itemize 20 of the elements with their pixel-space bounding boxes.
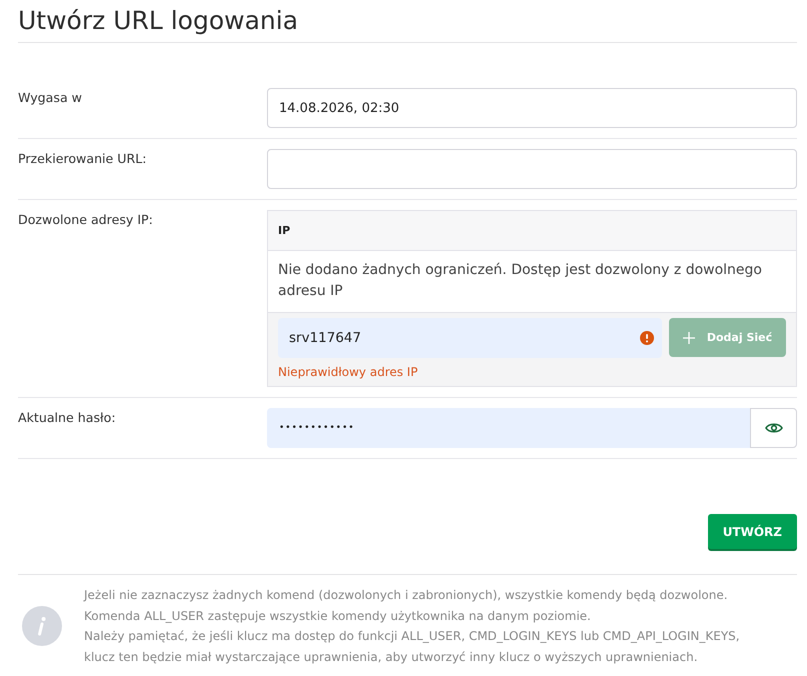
field-label: Przekierowanie URL: bbox=[18, 150, 148, 168]
empty-message: Nie dodano żadnych ograniczeń. Dostęp jest dozwolony z dowolnego adresu IP bbox=[278, 261, 763, 301]
plus-icon bbox=[682, 332, 695, 344]
error-icon bbox=[640, 331, 654, 345]
info-text: Należy pamiętać, że jeśli klucz ma dostęp do funkcji ALL_USER, CMD_LOGIN_KEYS lub CMD_API_LOGIN_KEYS, klucz ten będzie miał wystarczające uprawnienia, aby utworzyć inny klucz o wyższych uprawnieniach. bbox=[84, 628, 741, 666]
field-label: Dozwolone adresy IP: bbox=[18, 211, 154, 229]
show-password-button[interactable] bbox=[750, 408, 797, 448]
password-field[interactable]: •••••••••••• bbox=[267, 408, 750, 448]
info-text: Jeżeli nie zaznaczysz żadnych komend (dozwolonych i zabronionych), wszystkie komendy będą dozwolone. bbox=[84, 587, 729, 604]
eye-icon bbox=[764, 422, 782, 434]
text-field[interactable] bbox=[267, 149, 797, 189]
field-label: Wygasa w bbox=[18, 89, 83, 107]
column-header: IP bbox=[278, 224, 290, 237]
info-icon bbox=[22, 606, 62, 646]
text-field[interactable]: 14.08.2026, 02:30 bbox=[267, 88, 797, 128]
info-text: Komenda ALL_USER zastępuje wszystkie komendy użytkownika na danym poziomie. bbox=[84, 608, 592, 625]
error-message: Nieprawidłowy adres IP bbox=[278, 364, 419, 380]
field-label: Aktualne hasło: bbox=[18, 409, 117, 427]
ip-field[interactable]: srv117647 bbox=[278, 318, 662, 358]
page-title: Utwórz URL logowania bbox=[18, 0, 797, 43]
